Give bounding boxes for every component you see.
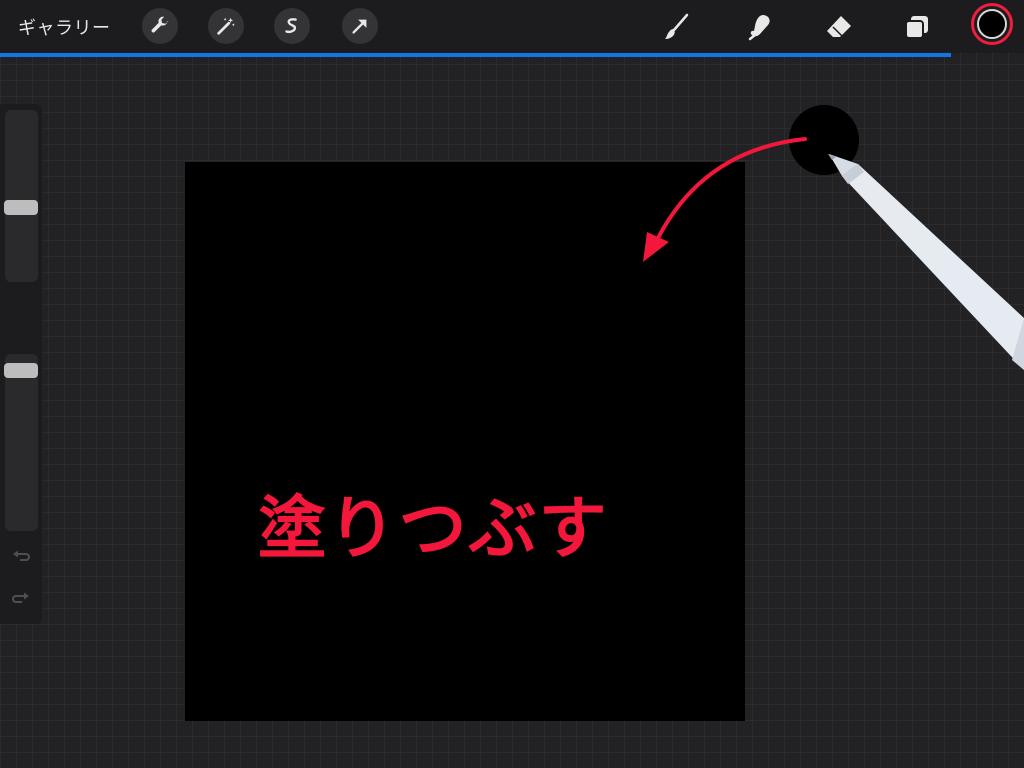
drag-arrow-icon — [643, 137, 807, 262]
annotation-overlay — [643, 137, 1024, 370]
apple-pencil-icon — [828, 154, 1024, 370]
